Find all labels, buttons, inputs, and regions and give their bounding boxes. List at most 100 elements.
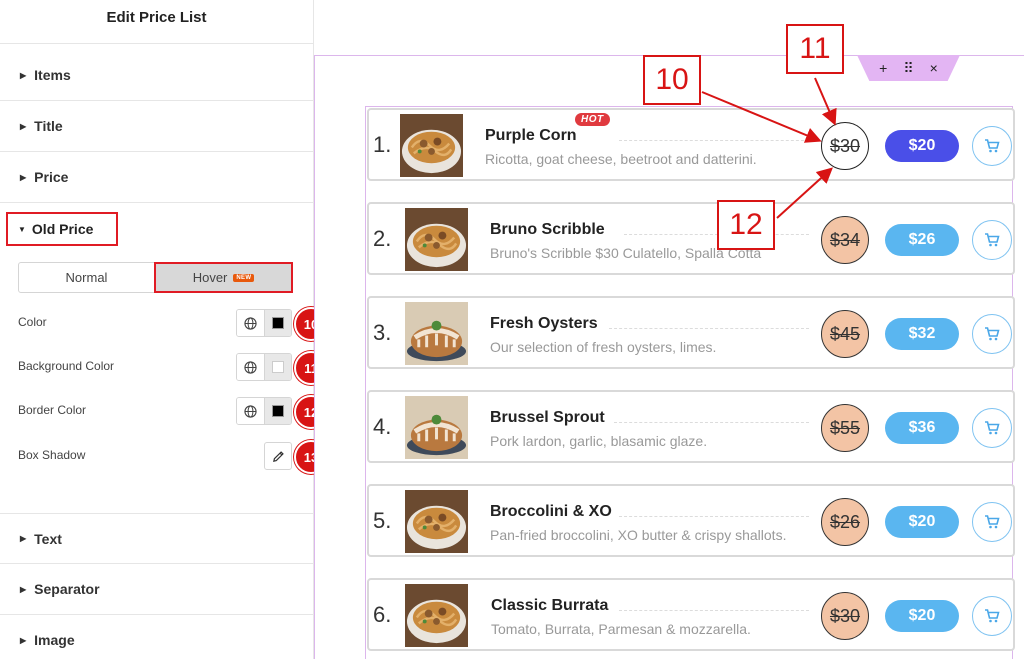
item-name: Broccolini & XO: [490, 503, 612, 520]
section-items[interactable]: ▶ Items: [0, 50, 314, 101]
control-label: Border Color: [18, 403, 87, 417]
price-button[interactable]: $20: [885, 506, 959, 538]
drag-handle-icon[interactable]: ⠿: [903, 60, 913, 77]
old-price[interactable]: $55: [821, 404, 869, 452]
section-label: Text: [34, 530, 62, 547]
item-description: Tomato, Burrata, Parmesan & mozzarella.: [491, 621, 751, 637]
item-separator: [609, 328, 809, 329]
tab-label: Hover: [192, 270, 228, 285]
old-price[interactable]: $34: [821, 216, 869, 264]
item-name: Purple Corn: [485, 127, 577, 144]
list-item[interactable]: 3. Fresh Oysters Our selection of fresh …: [367, 296, 1015, 369]
caret-down-icon: ▼: [18, 224, 26, 234]
close-icon[interactable]: ×: [930, 60, 938, 76]
add-to-cart-button[interactable]: [972, 220, 1012, 260]
old-price[interactable]: $45: [821, 310, 869, 358]
old-price[interactable]: $26: [821, 498, 869, 546]
section-image[interactable]: ▶ Image: [0, 615, 314, 659]
state-tabs: Normal Hover NEW: [18, 262, 293, 293]
caret-right-icon: ▶: [20, 70, 27, 80]
cart-icon: [985, 233, 1000, 247]
section-label: Items: [34, 67, 71, 83]
item-name: Brussel Sprout: [490, 409, 605, 426]
cart-icon: [985, 139, 1000, 153]
tab-normal[interactable]: Normal: [19, 263, 154, 292]
price-button[interactable]: $20: [885, 600, 959, 632]
item-separator: [619, 610, 809, 611]
section-label: Title: [34, 118, 63, 134]
old-price[interactable]: $30: [821, 592, 869, 640]
section-text[interactable]: ▶ Text: [0, 513, 314, 564]
border-color-control: Border Color 12: [0, 395, 328, 429]
caret-right-icon: ▶: [20, 121, 27, 131]
color-picker[interactable]: [236, 309, 292, 337]
price-button[interactable]: $20: [885, 130, 959, 162]
caret-right-icon: ▶: [20, 534, 27, 543]
section-title[interactable]: ▶ Title: [0, 101, 314, 152]
hot-badge: HOT: [575, 113, 610, 126]
item-description: Our selection of fresh oysters, limes.: [490, 339, 717, 355]
item-number: 5.: [373, 508, 392, 533]
control-label: Color: [18, 315, 47, 329]
box-shadow-edit-button[interactable]: [264, 442, 292, 470]
globe-icon[interactable]: [237, 398, 265, 424]
food-image: [405, 208, 468, 271]
add-to-cart-button[interactable]: [972, 126, 1012, 166]
food-image: [405, 302, 468, 365]
color-swatch[interactable]: [271, 361, 284, 373]
control-label: Background Color: [18, 359, 115, 373]
item-description: Ricotta, goat cheese, beetroot and datte…: [485, 151, 757, 167]
section-separator[interactable]: ▶ Separator: [0, 564, 314, 615]
section-old-price[interactable]: ▼ Old Price: [6, 212, 118, 246]
item-number: 4.: [373, 414, 392, 439]
item-number: 1.: [373, 132, 392, 157]
add-to-cart-button[interactable]: [972, 502, 1012, 542]
item-description: Pan-fried broccolini, XO butter & crispy…: [490, 527, 787, 543]
color-control: Color 10: [0, 307, 328, 341]
editor-panel: Edit Price List ▶ Items ▶ Title ▶ Price …: [0, 0, 328, 659]
add-to-cart-button[interactable]: [972, 596, 1012, 636]
background-color-control: Background Color 11: [0, 351, 328, 385]
globe-icon[interactable]: [237, 310, 265, 336]
list-item[interactable]: 2. Bruno Scribble Bruno's Scribble $30 C…: [367, 202, 1015, 275]
new-badge: NEW: [233, 273, 255, 282]
add-to-cart-button[interactable]: [972, 408, 1012, 448]
item-separator: [619, 516, 809, 517]
add-icon[interactable]: +: [879, 60, 887, 76]
price-button[interactable]: $26: [885, 224, 959, 256]
item-separator: [614, 422, 809, 423]
color-swatch[interactable]: [271, 405, 284, 417]
globe-icon[interactable]: [237, 354, 265, 380]
caret-right-icon: ▶: [20, 584, 27, 594]
cart-icon: [985, 515, 1000, 529]
list-item[interactable]: 5. Broccolini & XO Pan-fried broccolini,…: [367, 484, 1015, 557]
tab-hover[interactable]: Hover NEW: [154, 262, 293, 293]
item-number: 3.: [373, 320, 392, 345]
caret-right-icon: ▶: [20, 172, 27, 182]
food-image: [405, 490, 468, 553]
section-label: Old Price: [31, 221, 94, 237]
tab-label: Normal: [65, 270, 108, 285]
border-color-picker[interactable]: [236, 397, 292, 425]
panel-title: Edit Price List: [0, 0, 313, 44]
section-price[interactable]: ▶ Price: [0, 152, 314, 203]
cart-icon: [985, 421, 1000, 435]
list-item[interactable]: 1. Purple Corn HOT Ricotta, goat cheese,…: [367, 108, 1015, 181]
section-label: Price: [34, 169, 69, 185]
pencil-icon: [272, 450, 284, 462]
cart-icon: [985, 327, 1000, 341]
old-price[interactable]: $30: [821, 122, 869, 170]
add-to-cart-button[interactable]: [972, 314, 1012, 354]
box-shadow-control: Box Shadow 13: [0, 440, 328, 474]
price-button[interactable]: $32: [885, 318, 959, 350]
item-name: Classic Burrata: [491, 597, 609, 614]
food-image: [405, 396, 468, 459]
list-item[interactable]: 6. Classic Burrata Tomato, Burrata, Parm…: [367, 578, 1015, 651]
annotation-callout: 11: [786, 24, 844, 74]
list-item[interactable]: 4. Brussel Sprout Pork lardon, garlic, b…: [367, 390, 1015, 463]
item-name: Fresh Oysters: [490, 315, 598, 332]
color-swatch[interactable]: [271, 317, 284, 329]
background-color-picker[interactable]: [236, 353, 292, 381]
annotation-callout: 10: [643, 55, 701, 105]
price-button[interactable]: $36: [885, 412, 959, 444]
